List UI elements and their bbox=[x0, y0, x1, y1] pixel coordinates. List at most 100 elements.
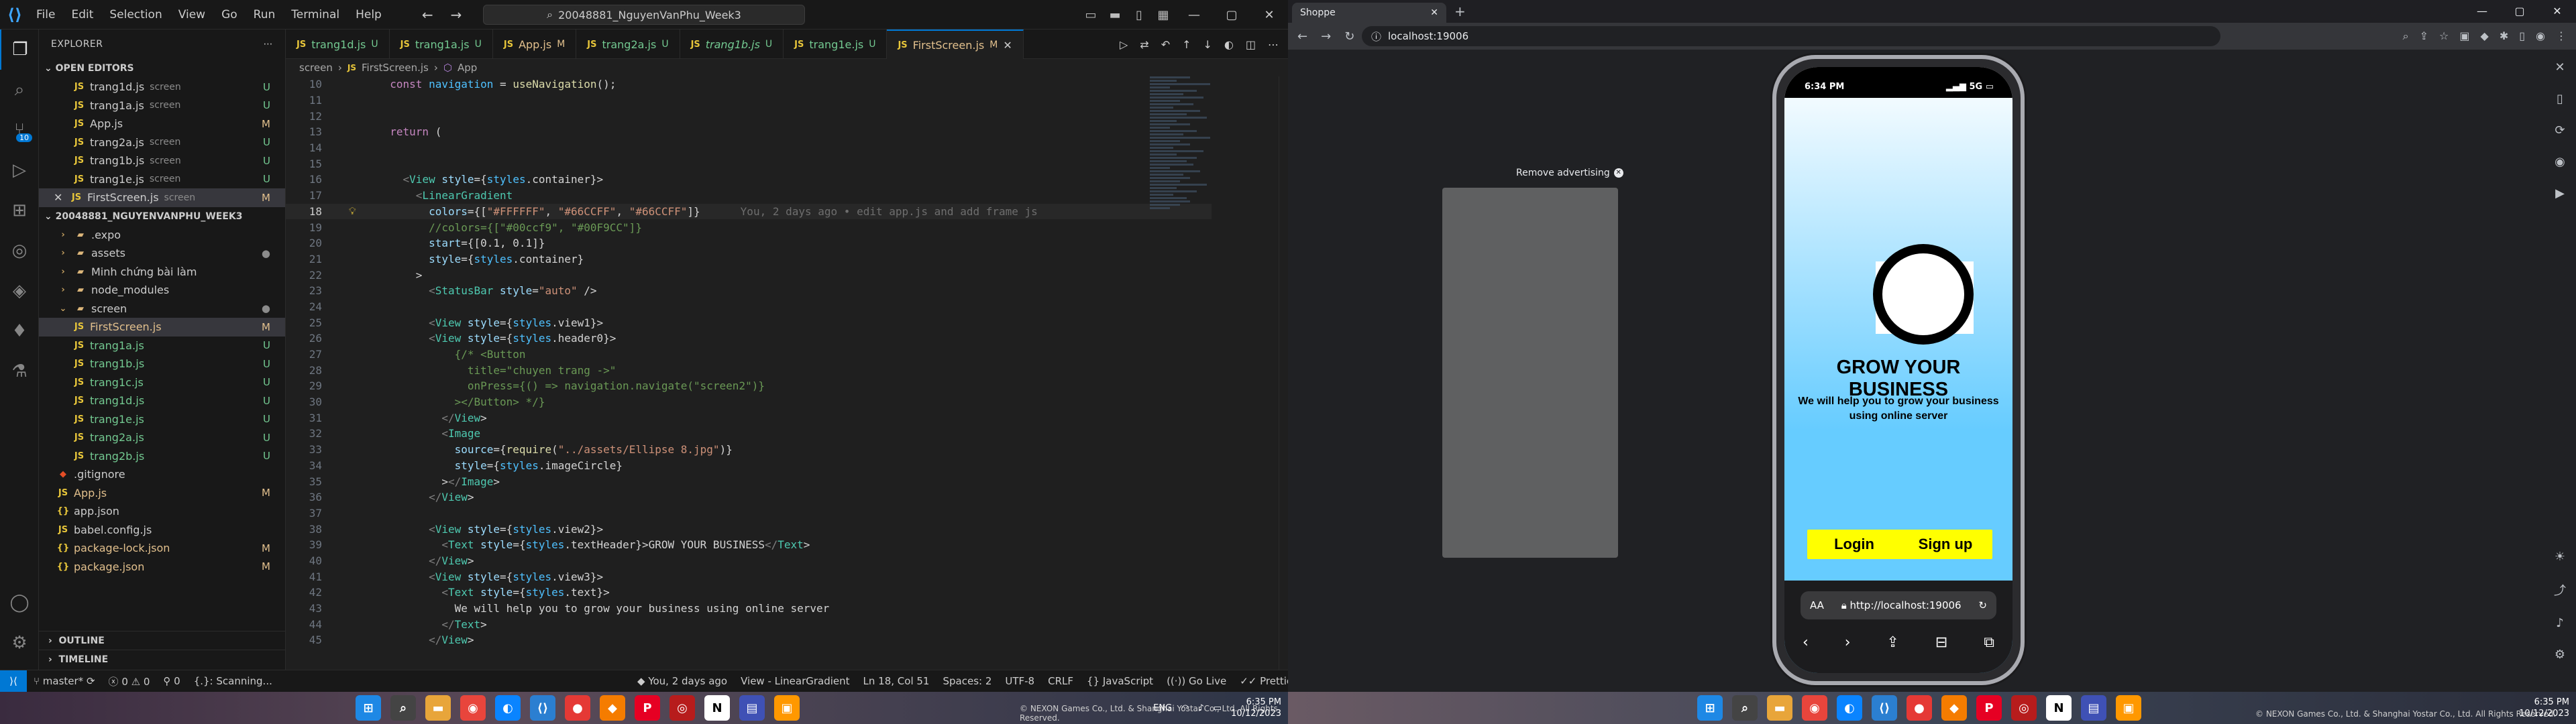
editor-tab[interactable]: JS trang1a.js U bbox=[390, 29, 493, 59]
open-editors-section[interactable]: ⌄ OPEN EDITORS bbox=[39, 59, 285, 78]
revert-icon[interactable]: ↶ bbox=[1161, 38, 1170, 51]
code-line[interactable]: 35 ></Image> bbox=[286, 473, 1212, 489]
tree-file[interactable]: JS trang2a.js U bbox=[39, 428, 285, 447]
outline-section[interactable]: › OUTLINE bbox=[39, 631, 286, 650]
maximize-icon[interactable]: ▢ bbox=[1213, 8, 1250, 22]
clock[interactable]: 6:35 PM 10/12/2023 bbox=[2519, 697, 2569, 719]
bookmark-star-icon[interactable]: ☆ bbox=[2439, 29, 2449, 43]
extension-icon[interactable]: ▣ bbox=[2459, 29, 2469, 43]
toggle-sidebar-icon[interactable]: ▭ bbox=[1079, 8, 1103, 22]
more-actions-icon[interactable]: ⋯ bbox=[264, 39, 274, 50]
audio-icon[interactable]: ♪ bbox=[2556, 616, 2564, 630]
back-icon[interactable]: ← bbox=[1297, 29, 1307, 44]
code-line[interactable]: 32 <Image bbox=[286, 426, 1212, 442]
login-button[interactable]: Login bbox=[1807, 530, 1901, 559]
tree-folder[interactable]: › ▰ .expo bbox=[39, 226, 285, 245]
code-line[interactable]: 28 title="chuyen trang ->" bbox=[286, 362, 1212, 378]
code-line[interactable]: 45 </View> bbox=[286, 632, 1212, 648]
minimap[interactable] bbox=[1150, 76, 1230, 278]
minimize-icon[interactable]: — bbox=[2463, 0, 2501, 23]
nav-forward-icon[interactable]: → bbox=[451, 7, 462, 23]
tree-folder[interactable]: › ▰ assets ● bbox=[39, 244, 285, 263]
code-line[interactable]: 29 onPress={() => navigation.navigate("s… bbox=[286, 378, 1212, 394]
code-editor[interactable]: 10 const navigation = useNavigation(); 11… bbox=[286, 76, 1212, 670]
code-line[interactable]: 24 bbox=[286, 299, 1212, 315]
compare-icon[interactable]: ⇄ bbox=[1140, 38, 1148, 51]
code-line[interactable]: 41 <View style={styles.view3}> bbox=[286, 568, 1212, 585]
search-icon[interactable]: ⌕ bbox=[390, 695, 416, 721]
pinterest-icon[interactable]: P bbox=[635, 695, 660, 721]
code-line[interactable]: 22 > bbox=[286, 267, 1212, 283]
reload-icon[interactable]: ↻ bbox=[1978, 599, 1987, 611]
code-line[interactable]: 13 return ( bbox=[286, 124, 1212, 140]
edge-icon[interactable]: ◐ bbox=[495, 695, 521, 721]
customize-layout-icon[interactable]: ▦ bbox=[1151, 8, 1175, 22]
ports-status[interactable]: ⚲ 0 bbox=[156, 675, 186, 687]
language-indicator[interactable]: ENG bbox=[1153, 703, 1172, 713]
menu-run[interactable]: Run bbox=[247, 5, 282, 24]
code-line[interactable]: 37 bbox=[286, 505, 1212, 522]
editor-tab[interactable]: JS trang2a.js U bbox=[576, 29, 680, 59]
git-blame-status[interactable]: ◆ You, 2 days ago bbox=[631, 675, 734, 687]
rotate-icon[interactable]: ⟳ bbox=[2555, 123, 2565, 137]
run-icon[interactable]: ▷ bbox=[1120, 38, 1128, 51]
explorer-icon[interactable]: ❐ bbox=[0, 29, 39, 70]
remote-icon[interactable]: ⟩⟨ bbox=[0, 670, 27, 692]
tree-file[interactable]: JS App.js M bbox=[39, 484, 285, 503]
next-change-icon[interactable]: ↓ bbox=[1203, 38, 1212, 51]
go-live-status[interactable]: ((·)) Go Live bbox=[1160, 675, 1233, 687]
run-debug-icon[interactable]: ▷ bbox=[0, 150, 39, 190]
app-icon[interactable]: ● bbox=[1907, 695, 1932, 721]
zoom-icon[interactable]: ⌕ bbox=[2403, 29, 2409, 43]
settings-gear-icon[interactable]: ⚙ bbox=[2555, 648, 2565, 662]
pinterest-icon[interactable]: P bbox=[1976, 695, 2002, 721]
tree-file[interactable]: JS trang1d.js U bbox=[39, 391, 285, 410]
close-icon[interactable]: ✕ bbox=[54, 191, 70, 204]
device-icon[interactable]: ▯ bbox=[2557, 92, 2563, 106]
file-explorer-icon[interactable]: ▬ bbox=[1767, 695, 1792, 721]
reader-aa-button[interactable]: AA bbox=[1810, 599, 1824, 611]
code-line[interactable]: 18 💡︎ colors={["#FFFFFF", "#66CCFF", "#66… bbox=[286, 203, 1212, 220]
code-line[interactable]: 16 <View style={styles.container}> bbox=[286, 172, 1212, 188]
wifi-icon[interactable]: ◠ bbox=[1181, 703, 1189, 713]
split-editor-icon[interactable]: ◫ bbox=[1246, 38, 1256, 51]
menu-selection[interactable]: Selection bbox=[103, 5, 168, 24]
app-icon[interactable]: ▤ bbox=[2081, 695, 2106, 721]
menu-help[interactable]: Help bbox=[349, 5, 388, 24]
tree-folder[interactable]: ⌄ ▰ screen ● bbox=[39, 300, 285, 318]
tree-folder[interactable]: › ▰ Minh chứng bài làm bbox=[39, 263, 285, 282]
code-line[interactable]: 17 <LinearGradient bbox=[286, 188, 1212, 204]
extension-icon[interactable]: ◆ bbox=[2481, 29, 2489, 43]
tree-file[interactable]: JS trang1c.js U bbox=[39, 373, 285, 392]
menu-view[interactable]: View bbox=[172, 5, 212, 24]
git-graph-icon[interactable]: ◈ bbox=[0, 271, 39, 311]
clock[interactable]: 6:35 PM 10/12/2023 bbox=[1231, 697, 1281, 719]
chrome-icon[interactable]: ◉ bbox=[460, 695, 486, 721]
code-line[interactable]: 34 style={styles.imageCircle} bbox=[286, 458, 1212, 474]
settings-gear-icon[interactable]: ⚙ bbox=[0, 623, 39, 663]
code-line[interactable]: 33 source={require("../assets/Ellipse 8.… bbox=[286, 442, 1212, 458]
code-line[interactable]: 26 <View style={styles.header0}> bbox=[286, 330, 1212, 347]
tabs-icon[interactable]: ⧉ bbox=[1984, 634, 1994, 651]
code-line[interactable]: 25 <View style={styles.view1}> bbox=[286, 314, 1212, 330]
tree-file[interactable]: ◆ .gitignore bbox=[39, 465, 285, 484]
screenshot-icon[interactable]: ◉ bbox=[2555, 155, 2565, 169]
code-line[interactable]: 21 style={styles.container} bbox=[286, 251, 1212, 267]
lightbulb-icon[interactable]: 💡︎ bbox=[349, 205, 356, 217]
breadcrumb-folder[interactable]: screen bbox=[299, 62, 333, 74]
source-control-icon[interactable]: ⑂ 10 bbox=[0, 110, 39, 150]
tree-file[interactable]: JS trang1e.js U bbox=[39, 410, 285, 429]
address-bar[interactable]: ⓘ localhost:19006 bbox=[1362, 26, 2220, 46]
code-line[interactable]: 42 <Text style={styles.text}> bbox=[286, 585, 1212, 601]
cursor-position[interactable]: Ln 18, Col 51 bbox=[857, 675, 936, 687]
open-editor-item[interactable]: JS trang1e.js screen U bbox=[39, 170, 285, 189]
code-line[interactable]: 43 We will help you to grow your busines… bbox=[286, 601, 1212, 617]
timeline-section[interactable]: › TIMELINE bbox=[39, 650, 286, 668]
browser-menu-icon[interactable]: ⋮ bbox=[2556, 29, 2567, 43]
indentation-status[interactable]: Spaces: 2 bbox=[936, 675, 998, 687]
code-line[interactable]: 19 //colors={["#00ccf9", "#00F9CC"]} bbox=[286, 219, 1212, 235]
test-icon[interactable]: ⚗ bbox=[0, 351, 39, 391]
app-icon[interactable]: ◆ bbox=[1941, 695, 1967, 721]
share-icon[interactable]: ⇪ bbox=[1887, 634, 1899, 651]
notion-icon[interactable]: N bbox=[704, 695, 730, 721]
